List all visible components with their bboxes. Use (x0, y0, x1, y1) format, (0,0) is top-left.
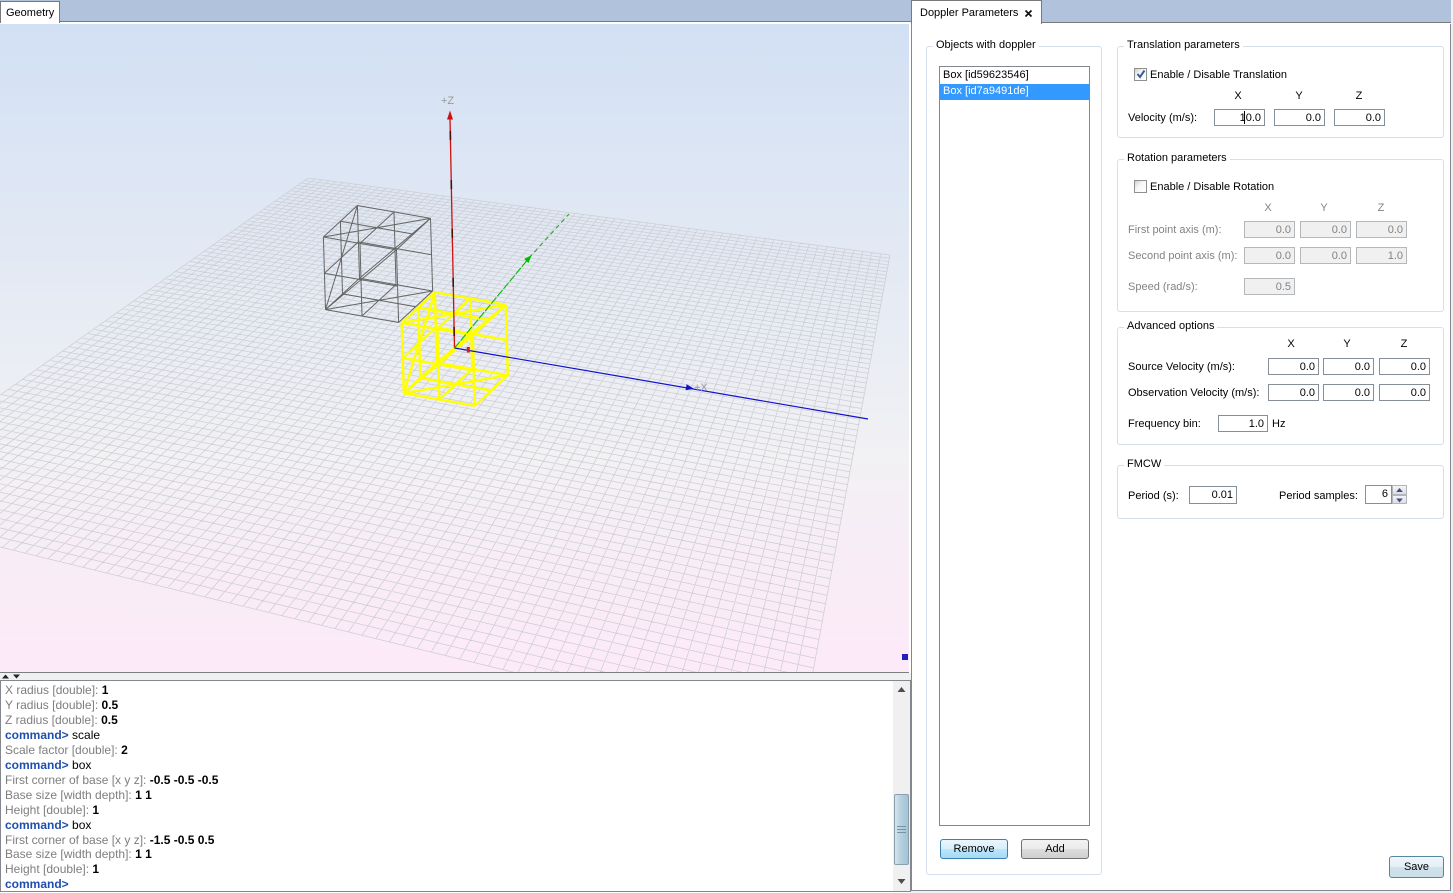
svg-text:+Z: +Z (441, 95, 454, 107)
svg-text:+X: +X (694, 382, 708, 394)
